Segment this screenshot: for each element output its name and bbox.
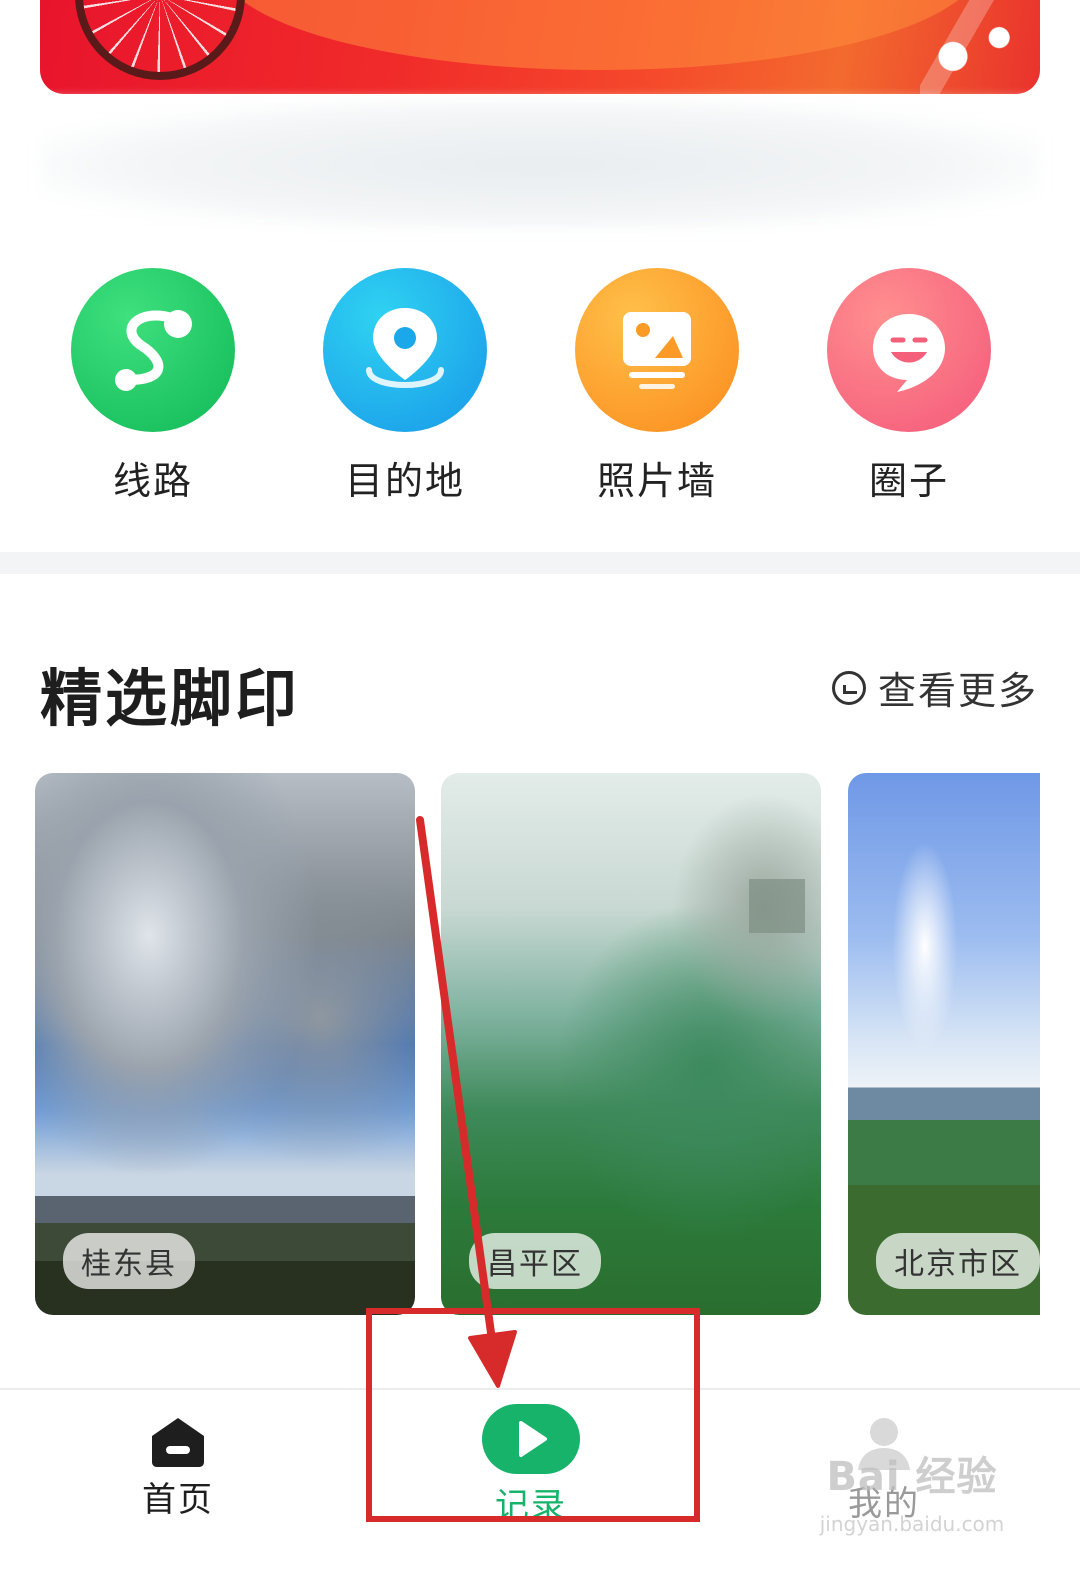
- nav-home-label: 首页: [142, 1480, 214, 1520]
- route-icon: [71, 268, 235, 432]
- nav-record-label: 记录: [495, 1486, 567, 1526]
- quick-action-photo-wall[interactable]: 照片墙: [572, 268, 742, 505]
- promo-banner[interactable]: [40, 0, 1040, 94]
- quick-action-destination[interactable]: 目的地: [320, 268, 490, 505]
- record-button[interactable]: [482, 1404, 580, 1474]
- home-icon: [150, 1416, 206, 1468]
- runner-illustration: [920, 0, 1030, 94]
- section-divider: [0, 552, 1080, 574]
- location-tag: 桂东县: [63, 1233, 195, 1289]
- footprint-card[interactable]: 北京市区: [848, 773, 1040, 1315]
- bicycle-wheel-illustration: [75, 0, 245, 80]
- footprint-card[interactable]: 昌平区: [441, 773, 821, 1315]
- play-icon: [519, 1421, 547, 1457]
- quick-action-label: 照片墙: [596, 459, 717, 503]
- nav-home[interactable]: 首页: [98, 1416, 258, 1521]
- footprint-card[interactable]: 桂东县: [35, 773, 415, 1315]
- quick-action-label: 线路: [112, 459, 193, 503]
- watchtower-shape: [749, 879, 805, 933]
- location-tag: 北京市区: [876, 1233, 1040, 1289]
- chat-smile-icon: [827, 268, 991, 432]
- baidu-watermark-url: jingyan.baidu.com: [819, 1512, 1005, 1536]
- nav-record[interactable]: 记录: [451, 1404, 611, 1527]
- banner-swirl-decoration: [220, 0, 980, 70]
- quick-action-circle[interactable]: 圈子: [824, 268, 994, 505]
- baidu-watermark: Bai 经验: [826, 1454, 998, 1500]
- blurred-notice-strip: [40, 100, 1040, 230]
- location-tag: 昌平区: [469, 1233, 601, 1289]
- location-pin-icon: [323, 268, 487, 432]
- quick-action-route[interactable]: 线路: [68, 268, 238, 505]
- quick-action-label: 圈子: [868, 459, 949, 503]
- see-more-label: 查看更多: [877, 669, 1038, 713]
- quick-action-label: 目的地: [344, 459, 465, 503]
- see-more-link[interactable]: 查看更多: [831, 660, 1038, 715]
- section-title: 精选脚印: [40, 662, 301, 735]
- history-icon: [831, 670, 866, 705]
- photo-wall-icon: [575, 268, 739, 432]
